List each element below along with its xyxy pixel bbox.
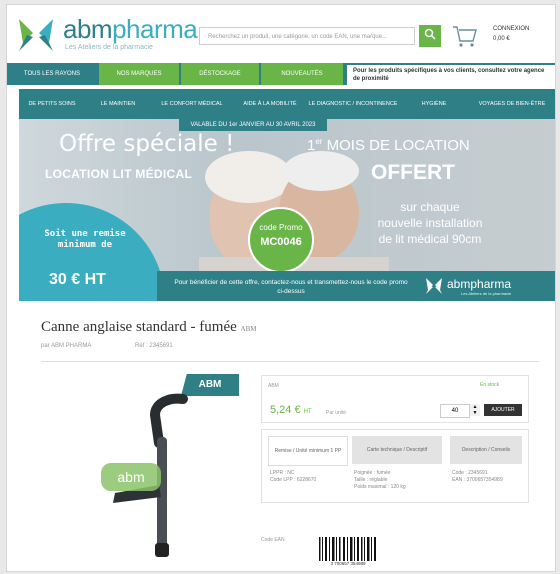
- page-frame: abmpharma Les Ateliers de la pharmacie R…: [6, 4, 556, 572]
- category-item[interactable]: HYGIÈNE: [399, 89, 469, 119]
- account-link[interactable]: CONNEXION 0,00 €: [493, 24, 529, 44]
- product-meta: par ABM PHARMA Réf : 2345691: [41, 343, 215, 349]
- search-button[interactable]: [419, 25, 441, 47]
- price-card: ABM En stock 5,24 € HT Par unité 40 ▲ ▼ A…: [261, 375, 529, 423]
- divider: [41, 361, 539, 362]
- details-lpp: LPPR : NC Code LPP : 6228670: [270, 470, 317, 483]
- product-brand[interactable]: par ABM PHARMA: [41, 343, 91, 349]
- nav-all-departments[interactable]: TOUS LES RAYONS: [7, 63, 97, 85]
- banner-footer: Pour bénéficier de cette offre, contacte…: [157, 271, 555, 301]
- promo-code-badge: code Promo MC0046: [248, 207, 314, 273]
- offer-month-text: MOIS DE LOCATION: [326, 137, 470, 154]
- category-nav: DE PETITS SOINS LE MAINTIEN LE CONFORT M…: [19, 89, 555, 119]
- ean-label: Code EAN: [261, 537, 285, 543]
- discount-text: Soit une remise minimum de: [44, 229, 126, 250]
- site-header: abmpharma Les Ateliers de la pharmacie R…: [7, 5, 555, 61]
- details-specs: Poignée : fumée Taille : réglable Poids …: [354, 470, 406, 490]
- brand-part-1: abm: [63, 14, 113, 44]
- brand-name[interactable]: abmpharma: [63, 14, 198, 45]
- product-title: Canne anglaise standard - fumée ABM: [41, 319, 256, 336]
- stock-status: En stock: [480, 382, 500, 388]
- offer-details: sur chaque nouvelle installation de lit …: [335, 199, 525, 247]
- quantity-input[interactable]: 40: [440, 404, 470, 418]
- brand-tagline: Les Ateliers de la pharmacie: [65, 44, 153, 51]
- tab-description[interactable]: Description / Conseils: [450, 436, 522, 464]
- account-label: CONNEXION: [493, 26, 530, 32]
- product-price: 5,24 € HT: [270, 404, 312, 416]
- product-image-area: ABM abm: [41, 369, 251, 565]
- offer-subheadline: LOCATION LIT MÉDICAL: [45, 167, 193, 181]
- product-title-text: Canne anglaise standard - fumée: [41, 319, 237, 335]
- product-title-suffix: ABM: [240, 325, 257, 333]
- details-codes: Code : 2345691 EAN : 3700657354989: [452, 470, 503, 483]
- banner-footer-text: Pour bénéficier de cette offre, contacte…: [174, 279, 408, 295]
- discount-value: 30 € HT: [49, 271, 106, 288]
- quantity-stepper[interactable]: ▲ ▼: [470, 404, 480, 416]
- category-item[interactable]: LE CONFORT MÉDICAL: [151, 89, 233, 119]
- offer-month: 1er MOIS DE LOCATION: [307, 137, 470, 154]
- promo-code-value: MC0046: [260, 236, 302, 248]
- category-item[interactable]: DE PETITS SOINS: [19, 89, 85, 119]
- barcode-image: [319, 537, 376, 561]
- nav-clearance[interactable]: DÉSTOCKAGE: [181, 63, 259, 85]
- offer-details-line: sur chaque: [400, 200, 460, 214]
- svg-text:abm: abm: [117, 469, 144, 485]
- promo-banner[interactable]: VALABLE DU 1er JANVIER AU 30 AVRIL 2023 …: [19, 119, 555, 301]
- cart-icon[interactable]: [451, 21, 479, 49]
- abm-logo-icon[interactable]: [15, 15, 57, 55]
- offer-month-suffix: er: [315, 137, 323, 146]
- brand-part-2: pharma: [112, 14, 198, 44]
- category-item[interactable]: LE DIAGNOSTIC / INCONTINENCE: [307, 89, 399, 119]
- banner-footer-tagline: Les Ateliers de la pharmacie: [461, 291, 512, 296]
- category-item[interactable]: LE MAINTIEN: [85, 89, 151, 119]
- category-item[interactable]: AIDE À LA MOBILITÉ: [233, 89, 307, 119]
- cart-total: 0,00 €: [493, 36, 510, 42]
- banner-footer-brand: abmpharma: [447, 277, 512, 291]
- promo-code-label: code Promo: [259, 223, 303, 232]
- offer-validity: VALABLE DU 1er JANVIER AU 30 AVRIL 2023: [179, 119, 327, 131]
- tab-discount[interactable]: Remise / Unité minimum 1 PP: [268, 436, 348, 466]
- offer-details-line: nouvelle installation: [377, 216, 483, 230]
- main-nav: TOUS LES RAYONS NOS MARQUES DÉSTOCKAGE N…: [7, 63, 555, 85]
- offer-details-line: de lit médical 90cm: [378, 232, 482, 246]
- search-input[interactable]: Recherchez un produit, une catégorie, un…: [199, 27, 415, 45]
- crutch-image[interactable]: abm: [99, 393, 219, 565]
- abm-logo-icon: [426, 278, 442, 294]
- offer-free: OFFERT: [371, 161, 455, 184]
- ean-number: 3 700657 354989: [330, 561, 366, 566]
- product-details: Remise / Unité minimum 1 PP Carte techni…: [261, 429, 529, 503]
- tab-technical[interactable]: Carte technique / Descriptif: [352, 436, 442, 464]
- price-unit: Par unité: [326, 410, 347, 416]
- nav-brands[interactable]: NOS MARQUES: [99, 63, 179, 85]
- nav-new[interactable]: NOUVEAUTÉS: [261, 63, 343, 85]
- add-to-cart-button[interactable]: AJOUTER: [484, 404, 522, 416]
- price-card-header: ABM: [268, 383, 279, 389]
- category-item[interactable]: VOYAGES DE BIEN-ÊTRE: [469, 89, 555, 119]
- product-price-suffix: HT: [303, 409, 312, 415]
- product-price-value: 5,24 €: [270, 404, 301, 416]
- offer-headline: Offre spéciale !: [59, 131, 235, 157]
- nav-promo-message: Pour les produits spécifiques à vos clie…: [347, 65, 555, 85]
- product-ref: Réf : 2345691: [135, 343, 173, 349]
- search-icon: [424, 28, 436, 40]
